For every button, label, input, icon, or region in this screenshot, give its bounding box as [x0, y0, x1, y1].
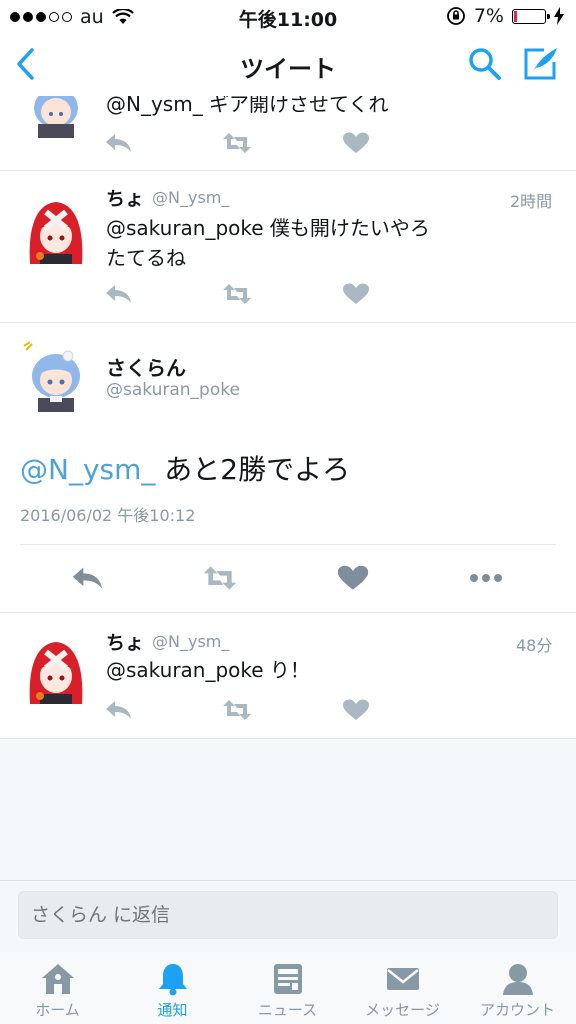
tab-label: 通知: [157, 1001, 188, 1019]
tweet-text: @N_ysm_ あと2勝でよろ: [20, 448, 350, 488]
tweet-thread[interactable]: @N_ysm_ ギア開けさせてくれ ちょ @N_ysm_ 2時間 @sakura…: [0, 96, 576, 880]
compose-icon[interactable]: [522, 46, 560, 82]
reply-input[interactable]: [18, 891, 558, 939]
like-heart-icon[interactable]: [341, 131, 371, 155]
divider: [0, 322, 576, 323]
status-bar: au 午後11:00 7%: [0, 0, 576, 32]
mention-link[interactable]: @N_ysm_: [20, 453, 155, 486]
like-heart-icon[interactable]: [335, 564, 371, 592]
reply-icon[interactable]: [70, 564, 106, 592]
navigation-bar: ツイート: [0, 32, 576, 96]
divider: [0, 612, 576, 613]
reply-icon[interactable]: [104, 282, 134, 306]
tweet-timestamp: 48分: [516, 636, 553, 655]
reply-bar: [0, 880, 576, 952]
news-icon: [274, 964, 302, 994]
tweet-author-name[interactable]: さくらん: [106, 352, 186, 381]
orientation-lock-icon: [446, 7, 465, 25]
tweet-text: @sakuran_poke り！: [106, 658, 310, 682]
bell-icon: [159, 964, 187, 996]
tweet-author-handle[interactable]: @N_ysm_: [152, 632, 229, 651]
divider: [0, 738, 576, 739]
envelope-icon: [387, 968, 419, 990]
tab-messages[interactable]: メッセージ: [345, 952, 460, 1024]
like-heart-icon[interactable]: [341, 282, 371, 306]
home-icon: [42, 964, 74, 994]
tab-label: メッセージ: [365, 1001, 440, 1019]
tweet-date: 2016/06/02 午後10:12: [20, 506, 196, 525]
tweet-text-body: あと2勝でよろ: [155, 453, 351, 486]
divider: [20, 544, 556, 545]
tweet-timestamp: 2時間: [510, 192, 553, 211]
tab-label: ニュース: [257, 1001, 318, 1019]
tab-label: アカウント: [479, 1001, 555, 1019]
tab-news[interactable]: ニュース: [230, 952, 345, 1024]
tab-account[interactable]: アカウント: [460, 952, 575, 1024]
avatar[interactable]: [20, 340, 92, 412]
tweet-author-handle[interactable]: @N_ysm_: [152, 188, 229, 207]
tweet-text: @N_ysm_ ギア開けさせてくれ: [106, 96, 389, 116]
tab-notifications[interactable]: 通知: [115, 952, 230, 1024]
tab-bar: ホーム 通知 ニュース メッセージ アカウント: [0, 952, 576, 1024]
tweet-author-name[interactable]: ちょ: [106, 184, 144, 211]
battery-percent: 7%: [473, 5, 504, 27]
retweet-icon[interactable]: [222, 282, 252, 306]
retweet-icon[interactable]: [202, 564, 238, 592]
search-icon[interactable]: [467, 46, 503, 82]
tweet-text-line-2: たてるね: [106, 246, 186, 270]
avatar[interactable]: [20, 632, 92, 704]
divider: [0, 170, 576, 171]
tab-home[interactable]: ホーム: [0, 952, 115, 1024]
like-heart-icon[interactable]: [341, 698, 371, 722]
status-right: 7%: [446, 5, 564, 27]
retweet-icon[interactable]: [222, 131, 252, 155]
person-icon: [503, 964, 533, 995]
retweet-icon[interactable]: [222, 698, 252, 722]
charging-bolt-icon: [554, 7, 564, 25]
tab-label: ホーム: [35, 1001, 80, 1019]
more-options-icon[interactable]: [468, 564, 504, 592]
avatar[interactable]: [20, 96, 92, 138]
tweet-text-line-1: @sakuran_poke 僕も開けたいやろ: [106, 216, 430, 240]
reply-icon[interactable]: [104, 131, 134, 155]
tweet-author-name[interactable]: ちょ: [106, 628, 144, 655]
battery-icon: [512, 8, 550, 24]
tweet-author-handle[interactable]: @sakuran_poke: [106, 380, 240, 400]
avatar[interactable]: [20, 192, 92, 264]
reply-icon[interactable]: [104, 698, 134, 722]
